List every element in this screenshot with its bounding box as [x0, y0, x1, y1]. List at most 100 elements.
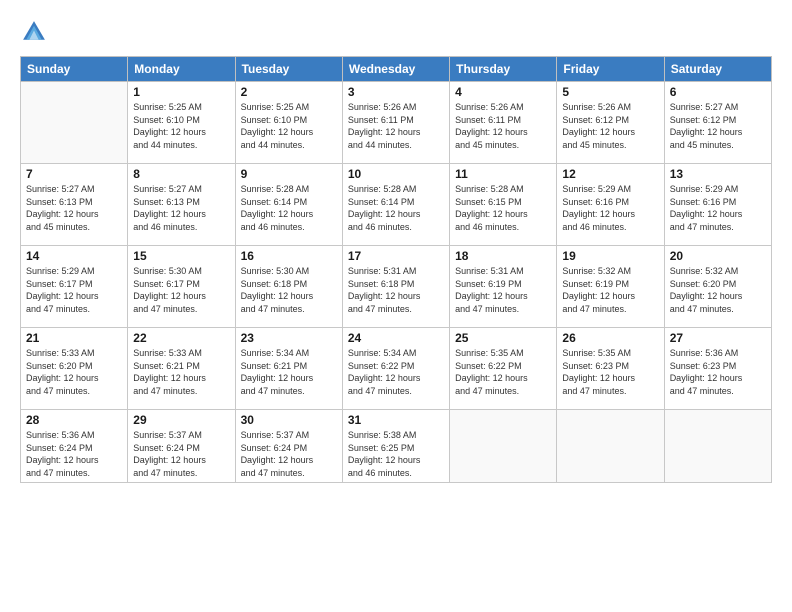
calendar-cell: 11 Sunrise: 5:28 AM Sunset: 6:15 PM Dayli… [450, 164, 557, 246]
day-number: 19 [562, 249, 658, 263]
logo [20, 18, 52, 46]
day-info: Sunrise: 5:33 AM Sunset: 6:20 PM Dayligh… [26, 347, 122, 397]
day-number: 28 [26, 413, 122, 427]
day-number: 6 [670, 85, 766, 99]
day-number: 13 [670, 167, 766, 181]
calendar-cell: 20 Sunrise: 5:32 AM Sunset: 6:20 PM Dayli… [664, 246, 771, 328]
day-info: Sunrise: 5:30 AM Sunset: 6:17 PM Dayligh… [133, 265, 229, 315]
calendar-cell: 21 Sunrise: 5:33 AM Sunset: 6:20 PM Dayli… [21, 328, 128, 410]
day-info: Sunrise: 5:37 AM Sunset: 6:24 PM Dayligh… [241, 429, 337, 479]
day-number: 17 [348, 249, 444, 263]
weekday-header-saturday: Saturday [664, 57, 771, 82]
calendar-cell: 14 Sunrise: 5:29 AM Sunset: 6:17 PM Dayli… [21, 246, 128, 328]
calendar-cell: 29Sunrise: 5:37 AM Sunset: 6:24 PM Dayli… [128, 410, 235, 483]
calendar-cell: 9Sunrise: 5:28 AM Sunset: 6:14 PM Daylig… [235, 164, 342, 246]
calendar-cell: 19 Sunrise: 5:32 AM Sunset: 6:19 PM Dayli… [557, 246, 664, 328]
calendar-cell: 28Sunrise: 5:36 AM Sunset: 6:24 PM Dayli… [21, 410, 128, 483]
calendar-cell: 25 Sunrise: 5:35 AM Sunset: 6:22 PM Dayli… [450, 328, 557, 410]
logo-icon [20, 18, 48, 46]
day-info: Sunrise: 5:29 AM Sunset: 6:17 PM Dayligh… [26, 265, 122, 315]
calendar-cell [450, 410, 557, 483]
day-info: Sunrise: 5:34 AM Sunset: 6:21 PM Dayligh… [241, 347, 337, 397]
calendar-cell: 22Sunrise: 5:33 AM Sunset: 6:21 PM Dayli… [128, 328, 235, 410]
calendar-cell: 5Sunrise: 5:26 AM Sunset: 6:12 PM Daylig… [557, 82, 664, 164]
day-number: 22 [133, 331, 229, 345]
day-number: 21 [26, 331, 122, 345]
calendar-table: SundayMondayTuesdayWednesdayThursdayFrid… [20, 56, 772, 483]
day-number: 8 [133, 167, 229, 181]
calendar-week-row: 14 Sunrise: 5:29 AM Sunset: 6:17 PM Dayli… [21, 246, 772, 328]
day-number: 12 [562, 167, 658, 181]
calendar-cell: 3 Sunrise: 5:26 AM Sunset: 6:11 PM Daylig… [342, 82, 449, 164]
calendar-cell: 8 Sunrise: 5:27 AM Sunset: 6:13 PM Daylig… [128, 164, 235, 246]
day-info: Sunrise: 5:26 AM Sunset: 6:12 PM Dayligh… [562, 101, 658, 151]
weekday-header-tuesday: Tuesday [235, 57, 342, 82]
day-info: Sunrise: 5:27 AM Sunset: 6:13 PM Dayligh… [26, 183, 122, 233]
calendar-cell: 6 Sunrise: 5:27 AM Sunset: 6:12 PM Daylig… [664, 82, 771, 164]
day-info: Sunrise: 5:34 AM Sunset: 6:22 PM Dayligh… [348, 347, 444, 397]
day-number: 15 [133, 249, 229, 263]
header [20, 18, 772, 46]
calendar-cell: 15 Sunrise: 5:30 AM Sunset: 6:17 PM Dayli… [128, 246, 235, 328]
day-info: Sunrise: 5:26 AM Sunset: 6:11 PM Dayligh… [455, 101, 551, 151]
day-number: 14 [26, 249, 122, 263]
day-number: 31 [348, 413, 444, 427]
calendar-cell: 1Sunrise: 5:25 AM Sunset: 6:10 PM Daylig… [128, 82, 235, 164]
day-info: Sunrise: 5:31 AM Sunset: 6:19 PM Dayligh… [455, 265, 551, 315]
calendar-cell [21, 82, 128, 164]
day-info: Sunrise: 5:32 AM Sunset: 6:19 PM Dayligh… [562, 265, 658, 315]
calendar-cell [557, 410, 664, 483]
day-info: Sunrise: 5:29 AM Sunset: 6:16 PM Dayligh… [670, 183, 766, 233]
calendar-cell [664, 410, 771, 483]
day-number: 11 [455, 167, 551, 181]
day-info: Sunrise: 5:27 AM Sunset: 6:12 PM Dayligh… [670, 101, 766, 151]
weekday-header-row: SundayMondayTuesdayWednesdayThursdayFrid… [21, 57, 772, 82]
day-number: 2 [241, 85, 337, 99]
day-number: 24 [348, 331, 444, 345]
day-number: 23 [241, 331, 337, 345]
calendar-week-row: 21 Sunrise: 5:33 AM Sunset: 6:20 PM Dayli… [21, 328, 772, 410]
day-number: 18 [455, 249, 551, 263]
weekday-header-wednesday: Wednesday [342, 57, 449, 82]
calendar-cell: 16 Sunrise: 5:30 AM Sunset: 6:18 PM Dayli… [235, 246, 342, 328]
day-number: 7 [26, 167, 122, 181]
weekday-header-thursday: Thursday [450, 57, 557, 82]
calendar-cell: 7 Sunrise: 5:27 AM Sunset: 6:13 PM Daylig… [21, 164, 128, 246]
day-number: 27 [670, 331, 766, 345]
day-info: Sunrise: 5:26 AM Sunset: 6:11 PM Dayligh… [348, 101, 444, 151]
calendar-cell: 2 Sunrise: 5:25 AM Sunset: 6:10 PM Daylig… [235, 82, 342, 164]
day-number: 4 [455, 85, 551, 99]
calendar-cell: 10Sunrise: 5:28 AM Sunset: 6:14 PM Dayli… [342, 164, 449, 246]
calendar-cell: 17Sunrise: 5:31 AM Sunset: 6:18 PM Dayli… [342, 246, 449, 328]
calendar-cell: 27 Sunrise: 5:36 AM Sunset: 6:23 PM Dayli… [664, 328, 771, 410]
day-info: Sunrise: 5:28 AM Sunset: 6:15 PM Dayligh… [455, 183, 551, 233]
calendar-cell: 12 Sunrise: 5:29 AM Sunset: 6:16 PM Dayli… [557, 164, 664, 246]
day-info: Sunrise: 5:25 AM Sunset: 6:10 PM Dayligh… [133, 101, 229, 151]
weekday-header-sunday: Sunday [21, 57, 128, 82]
day-info: Sunrise: 5:32 AM Sunset: 6:20 PM Dayligh… [670, 265, 766, 315]
page: SundayMondayTuesdayWednesdayThursdayFrid… [0, 0, 792, 612]
day-number: 20 [670, 249, 766, 263]
calendar-cell: 13 Sunrise: 5:29 AM Sunset: 6:16 PM Dayli… [664, 164, 771, 246]
weekday-header-monday: Monday [128, 57, 235, 82]
day-info: Sunrise: 5:25 AM Sunset: 6:10 PM Dayligh… [241, 101, 337, 151]
day-number: 25 [455, 331, 551, 345]
calendar-week-row: 1Sunrise: 5:25 AM Sunset: 6:10 PM Daylig… [21, 82, 772, 164]
day-info: Sunrise: 5:28 AM Sunset: 6:14 PM Dayligh… [241, 183, 337, 233]
day-number: 16 [241, 249, 337, 263]
calendar-cell: 18 Sunrise: 5:31 AM Sunset: 6:19 PM Dayli… [450, 246, 557, 328]
calendar-cell: 24 Sunrise: 5:34 AM Sunset: 6:22 PM Dayli… [342, 328, 449, 410]
day-info: Sunrise: 5:36 AM Sunset: 6:23 PM Dayligh… [670, 347, 766, 397]
calendar-cell: 4 Sunrise: 5:26 AM Sunset: 6:11 PM Daylig… [450, 82, 557, 164]
day-info: Sunrise: 5:37 AM Sunset: 6:24 PM Dayligh… [133, 429, 229, 479]
day-number: 10 [348, 167, 444, 181]
day-info: Sunrise: 5:35 AM Sunset: 6:22 PM Dayligh… [455, 347, 551, 397]
day-info: Sunrise: 5:30 AM Sunset: 6:18 PM Dayligh… [241, 265, 337, 315]
weekday-header-friday: Friday [557, 57, 664, 82]
calendar-cell: 30Sunrise: 5:37 AM Sunset: 6:24 PM Dayli… [235, 410, 342, 483]
calendar-cell: 26Sunrise: 5:35 AM Sunset: 6:23 PM Dayli… [557, 328, 664, 410]
day-number: 3 [348, 85, 444, 99]
day-info: Sunrise: 5:35 AM Sunset: 6:23 PM Dayligh… [562, 347, 658, 397]
day-info: Sunrise: 5:29 AM Sunset: 6:16 PM Dayligh… [562, 183, 658, 233]
day-info: Sunrise: 5:27 AM Sunset: 6:13 PM Dayligh… [133, 183, 229, 233]
